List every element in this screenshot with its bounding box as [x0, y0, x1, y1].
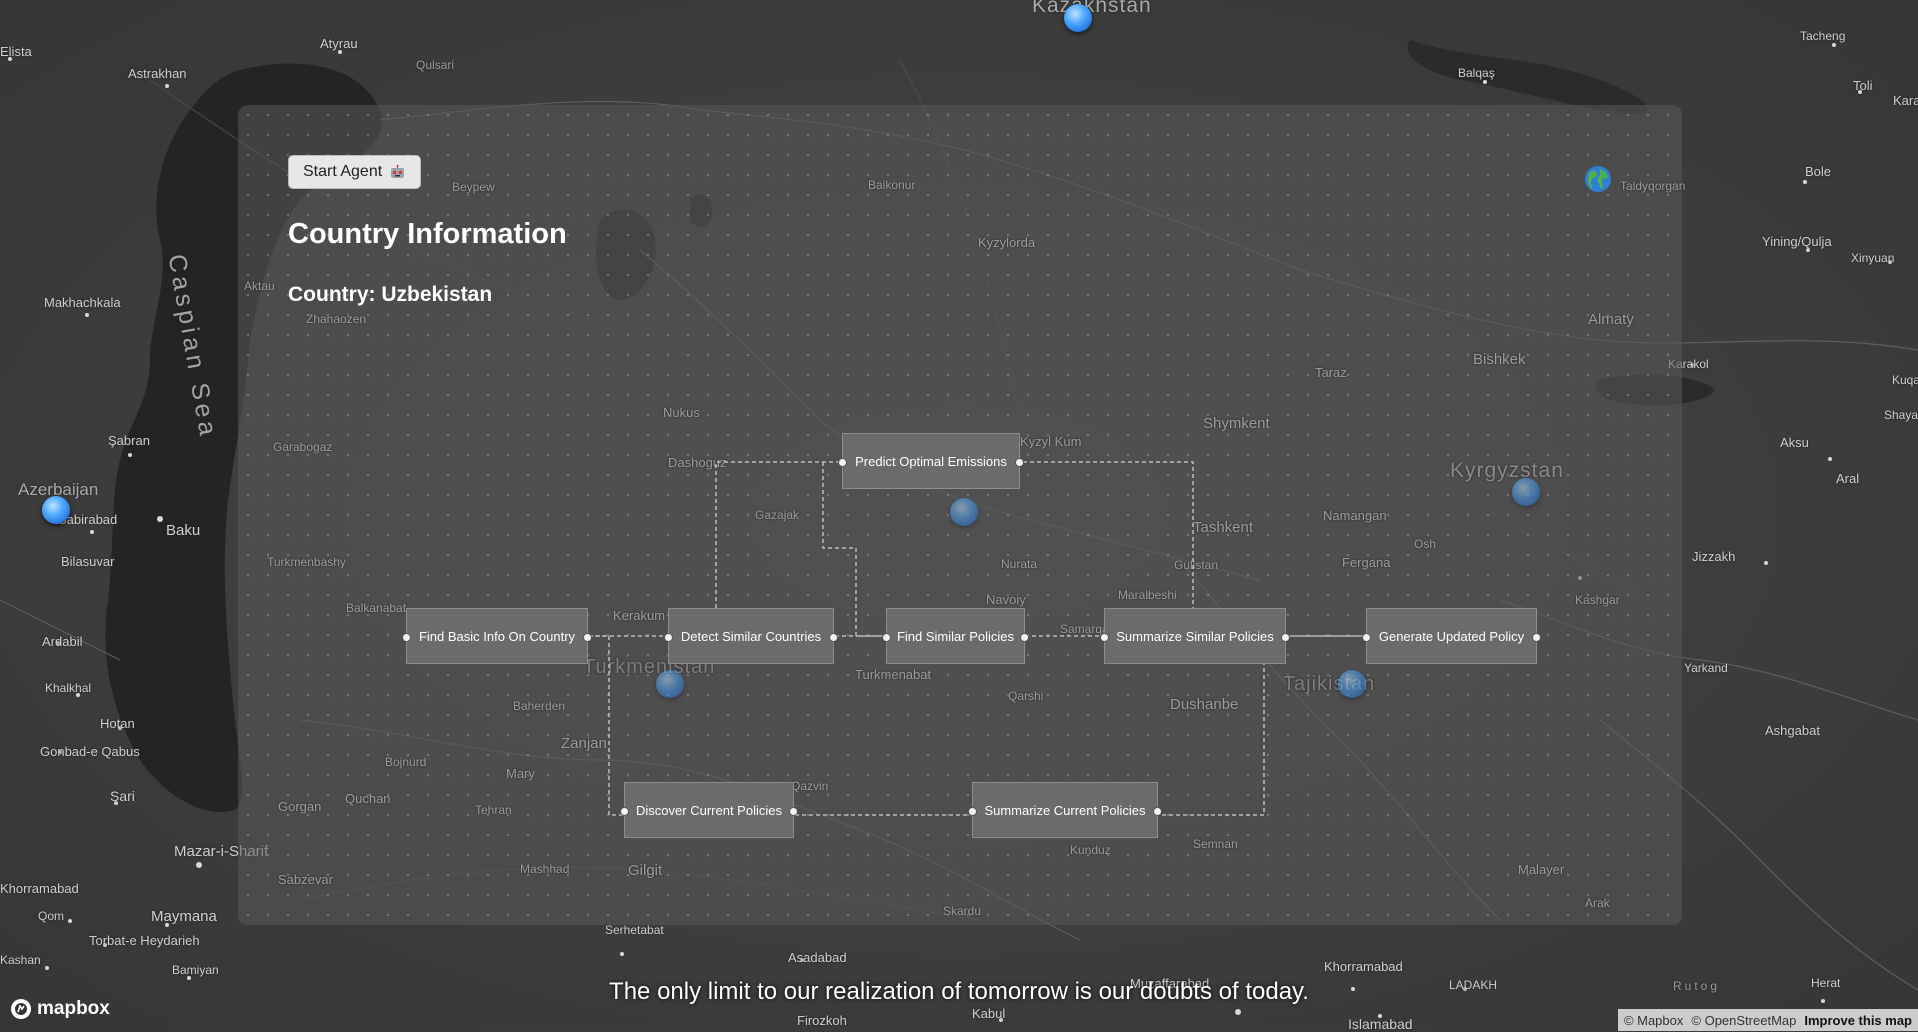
- map-marker-kazakhstan[interactable]: [1064, 4, 1092, 32]
- node-output-handle[interactable]: [1015, 458, 1024, 467]
- node-find-similar-policies[interactable]: Find Similar Policies: [882, 608, 1029, 664]
- node-label: Summarize Current Policies: [984, 802, 1146, 818]
- map-label-arak: Torbat-e Heydarieh: [89, 933, 200, 948]
- node-label: Find Basic Info On Country: [418, 628, 576, 644]
- map-label-bole: Bole: [1805, 164, 1832, 179]
- node-label: Find Similar Policies: [896, 628, 1015, 644]
- map-label-asadabad: Khorramabad: [1324, 959, 1403, 974]
- map-label-khorramabad: Kashan: [0, 953, 41, 967]
- map-label-elista: Elista: [0, 44, 32, 59]
- mapbox-logo[interactable]: mapbox: [10, 998, 110, 1020]
- node-generate-updated-policy[interactable]: Generate Updated Policy: [1362, 608, 1541, 664]
- map-label-qulsari: Qulsari: [416, 58, 455, 72]
- node-output-handle[interactable]: [1020, 633, 1029, 642]
- map-label-toli: Toli: [1853, 78, 1873, 93]
- map-label-atyrau: Atyrau: [320, 36, 358, 51]
- map-label-sabran: Şabran: [108, 433, 150, 448]
- mapbox-icon: [11, 999, 31, 1019]
- map-label-aksu: Aksu: [1780, 435, 1809, 450]
- map-label-torbat: Serhetabat: [605, 923, 664, 937]
- map-label-serhetabat: Asadabad: [788, 950, 847, 965]
- attribution-mapbox-link[interactable]: © Mapbox: [1624, 1013, 1683, 1028]
- workflow-edges: [589, 461, 1366, 816]
- attribution-osm-link[interactable]: © OpenStreetMap: [1691, 1013, 1796, 1028]
- map-label-bilasuvar: Bilasuvar: [61, 554, 115, 569]
- map-label-shaya: Shaya: [1884, 408, 1918, 422]
- map-label-kuqa: Kuqa: [1892, 373, 1918, 387]
- node-find-basic-info[interactable]: Find Basic Info On Country: [402, 608, 592, 664]
- mapbox-logo-text: mapbox: [37, 998, 110, 1019]
- node-output-handle[interactable]: [583, 633, 592, 642]
- edge-predict-sumsim: [1023, 461, 1194, 609]
- node-output-handle[interactable]: [1153, 807, 1162, 816]
- node-input-handle[interactable]: [838, 458, 847, 467]
- map-label-aral: Aral: [1836, 471, 1860, 486]
- map-label-zanjan: Gonbad-e Qabus: [40, 744, 140, 759]
- quote-text: The only limit to our realization of tom…: [609, 978, 1309, 1005]
- node-input-handle[interactable]: [882, 633, 891, 642]
- map-label-qazvin: Sari: [110, 788, 135, 804]
- node-output-handle[interactable]: [829, 633, 838, 642]
- node-label: Summarize Similar Policies: [1116, 628, 1274, 644]
- map-label-xinyuan: Xinyuan: [1851, 251, 1895, 265]
- node-input-handle[interactable]: [664, 633, 673, 642]
- map-label-baku: Baku: [166, 522, 201, 539]
- node-output-handle[interactable]: [789, 807, 798, 816]
- map-marker-azerbaijan[interactable]: [42, 496, 70, 524]
- map-label-qom: Maymana: [151, 908, 217, 925]
- map-label-yining: Yining/Qulja: [1762, 234, 1832, 249]
- improve-map-link[interactable]: Improve this map: [1804, 1013, 1912, 1028]
- node-input-handle[interactable]: [620, 807, 629, 816]
- node-output-handle[interactable]: [1281, 633, 1290, 642]
- map-label-kara: Kara: [1893, 93, 1918, 108]
- node-label: Generate Updated Policy: [1378, 628, 1525, 644]
- node-summarize-current-policies[interactable]: Summarize Current Policies: [968, 782, 1162, 838]
- node-input-handle[interactable]: [402, 633, 411, 642]
- map-attribution: © Mapbox © OpenStreetMap Improve this ma…: [1617, 1009, 1918, 1031]
- edge-basic-discover: [595, 635, 624, 816]
- map-label-firozkoh: Kabul: [972, 1006, 1006, 1021]
- map-label-herat: Firozkoh: [797, 1013, 847, 1028]
- node-input-handle[interactable]: [1100, 633, 1109, 642]
- node-input-handle[interactable]: [968, 807, 977, 816]
- map-label-ardabil: Ardabil: [42, 634, 83, 649]
- map-label-malayer: Qom: [38, 909, 65, 923]
- node-discover-current-policies[interactable]: Discover Current Policies: [620, 782, 798, 838]
- map-label-shah: Khorramabad: [0, 881, 79, 896]
- node-summarize-similar-policies[interactable]: Summarize Similar Policies: [1100, 608, 1290, 664]
- node-detect-similar-countries[interactable]: Detect Similar Countries: [664, 608, 838, 664]
- map-label-makhachkala: Makhachkala: [44, 295, 121, 310]
- map-label-balqas: Balqaş: [1458, 66, 1495, 80]
- node-input-handle[interactable]: [1362, 633, 1371, 642]
- map-label-hotan: Ashgabat: [1765, 723, 1820, 738]
- country-info-panel: Beypew Baikonur Taldyqorgan Kyzylorda Ak…: [238, 105, 1685, 925]
- node-label: Detect Similar Countries: [680, 628, 822, 644]
- map-label-peshawar: Islamabad: [1348, 1016, 1413, 1032]
- map-label-khalkhal: Khalkhal: [45, 681, 92, 695]
- node-predict-optimal-emissions[interactable]: Predict Optimal Emissions: [838, 433, 1024, 489]
- map-label-yarkand: Yarkand: [1684, 661, 1728, 675]
- node-label: Discover Current Policies: [636, 802, 782, 818]
- map-label-rasht: Hotan: [100, 716, 135, 731]
- map-label-kashan: Bamiyan: [172, 963, 219, 977]
- map-label-astrakhan: Astrakhan: [128, 66, 187, 81]
- node-label: Predict Optimal Emissions: [855, 453, 1007, 469]
- map-label-tacheng: Tacheng: [1800, 29, 1846, 43]
- node-output-handle[interactable]: [1532, 633, 1541, 642]
- map-label-maralbeshi: Jizzakh: [1692, 549, 1736, 564]
